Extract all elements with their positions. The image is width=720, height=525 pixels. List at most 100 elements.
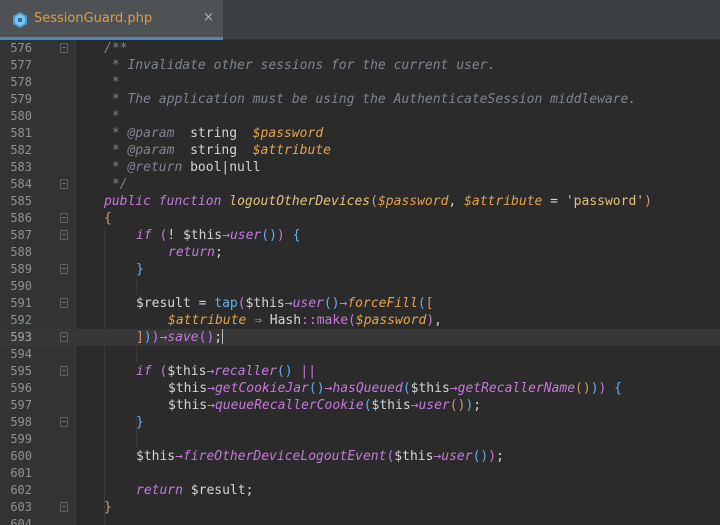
code-line: 592 $attribute ⇒ Hash::make($password), <box>0 312 720 329</box>
code-line: 594 <box>0 346 720 363</box>
fold-icon[interactable] <box>60 332 68 342</box>
code-line: 603 } <box>0 499 720 516</box>
keyword: public <box>104 194 151 209</box>
line-number: 597 <box>10 398 32 412</box>
doc-type: string <box>190 143 238 158</box>
code-editor[interactable]: 576 /** 577 * Invalidate other sessions … <box>0 40 720 525</box>
code-line: 600 $this→fireOtherDeviceLogoutEvent($th… <box>0 448 720 465</box>
code-line: 586 { <box>0 210 720 227</box>
doc-comment: * The application must be using the Auth… <box>104 92 637 107</box>
line-number: 581 <box>10 126 32 140</box>
code-line: 590 <box>0 278 720 295</box>
php-file-icon <box>13 12 27 28</box>
line-number: 588 <box>10 245 32 259</box>
variable: $password <box>377 194 449 209</box>
line-number: 598 <box>10 415 32 429</box>
method: user <box>418 398 450 413</box>
method: getCookieJar <box>214 381 309 396</box>
editor-tab-bar: SessionGuard.php × <box>0 0 720 40</box>
line-number: 604 <box>10 517 32 525</box>
code-line: 579 * The application must be using the … <box>0 91 720 108</box>
fold-icon[interactable] <box>60 264 68 274</box>
doc-comment: /** <box>104 41 128 56</box>
line-number: 591 <box>10 296 32 310</box>
line-number: 590 <box>10 279 32 293</box>
class-name: Hash <box>269 313 302 328</box>
fold-icon[interactable] <box>60 417 68 427</box>
line-number: 580 <box>10 109 32 123</box>
doc-param: $attribute <box>237 143 331 158</box>
keyword: if <box>136 364 152 379</box>
code-line: 602 return $result; <box>0 482 720 499</box>
line-number: 587 <box>10 228 32 242</box>
variable: $password <box>355 313 427 328</box>
text-cursor <box>222 329 224 344</box>
code-line: 578 * <box>0 74 720 91</box>
code-line: 591 $result = tap($this→user()→forceFill… <box>0 295 720 312</box>
fold-icon[interactable] <box>60 179 68 189</box>
variable: $this <box>410 381 450 396</box>
fold-icon[interactable] <box>60 502 68 512</box>
method: recaller <box>214 364 277 379</box>
doc-tag: * @param <box>104 143 191 158</box>
function-call: tap <box>214 296 238 311</box>
code-line: 589 } <box>0 261 720 278</box>
method: fireOtherDeviceLogoutEvent <box>182 449 387 464</box>
line-number: 578 <box>10 75 32 89</box>
method: user <box>441 449 473 464</box>
doc-comment: * Invalidate other sessions for the curr… <box>104 58 496 73</box>
doc-comment: * <box>104 109 120 124</box>
function-name: logoutOtherDevices <box>229 194 371 209</box>
doc-type: string <box>190 126 238 141</box>
doc-type: bool|null <box>190 160 261 175</box>
line-number: 583 <box>10 160 32 174</box>
line-number: 595 <box>10 364 32 378</box>
variable: $this <box>136 449 176 464</box>
code-line: 601 <box>0 465 720 482</box>
method: getRecallerName <box>457 381 576 396</box>
tab-session-guard[interactable]: SessionGuard.php × <box>0 0 223 40</box>
keyword: return <box>168 245 215 260</box>
line-number: 585 <box>10 194 32 208</box>
fold-icon[interactable] <box>60 213 68 223</box>
fold-icon[interactable] <box>60 298 68 308</box>
doc-comment: * <box>104 75 120 90</box>
variable: $this <box>168 398 208 413</box>
code-line: 597 $this→queueRecallerCookie($this→user… <box>0 397 720 414</box>
method: user <box>292 296 324 311</box>
code-line: 587 if (! $this→user()) { <box>0 227 720 244</box>
method: forceFill <box>347 296 418 311</box>
line-number: 577 <box>10 58 32 72</box>
close-icon[interactable]: × <box>203 10 214 25</box>
variable: $this <box>394 449 434 464</box>
variable: $attribute <box>464 194 543 209</box>
line-number: 582 <box>10 143 32 157</box>
variable: $this <box>371 398 411 413</box>
method: hasQueued <box>332 381 403 396</box>
fold-icon[interactable] <box>60 366 68 376</box>
code-line: 596 $this→getCookieJar()→hasQueued($this… <box>0 380 720 397</box>
doc-tag: * @param <box>104 126 191 141</box>
line-number: 600 <box>10 449 32 463</box>
code-line: 582 * @param string $attribute <box>0 142 720 159</box>
variable: $this <box>245 296 285 311</box>
code-line: 588 return; <box>0 244 720 261</box>
variable: $this <box>168 381 208 396</box>
line-number: 593 <box>10 330 32 344</box>
line-number: 592 <box>10 313 32 327</box>
line-number: 594 <box>10 347 32 361</box>
code-line: 577 * Invalidate other sessions for the … <box>0 57 720 74</box>
code-line: 598 } <box>0 414 720 431</box>
line-number: 596 <box>10 381 32 395</box>
fold-icon[interactable] <box>60 230 68 240</box>
method: queueRecallerCookie <box>214 398 364 413</box>
code-line-current: 593 ]))→save(); <box>0 329 720 346</box>
variable: $result <box>190 483 246 498</box>
code-line: 584 */ <box>0 176 720 193</box>
variable: $result <box>136 296 191 311</box>
code-line: 576 /** <box>0 40 720 57</box>
code-line: 583 * @return bool|null <box>0 159 720 176</box>
line-number: 601 <box>10 466 32 480</box>
line-number: 603 <box>10 500 32 514</box>
fold-icon[interactable] <box>60 43 68 53</box>
